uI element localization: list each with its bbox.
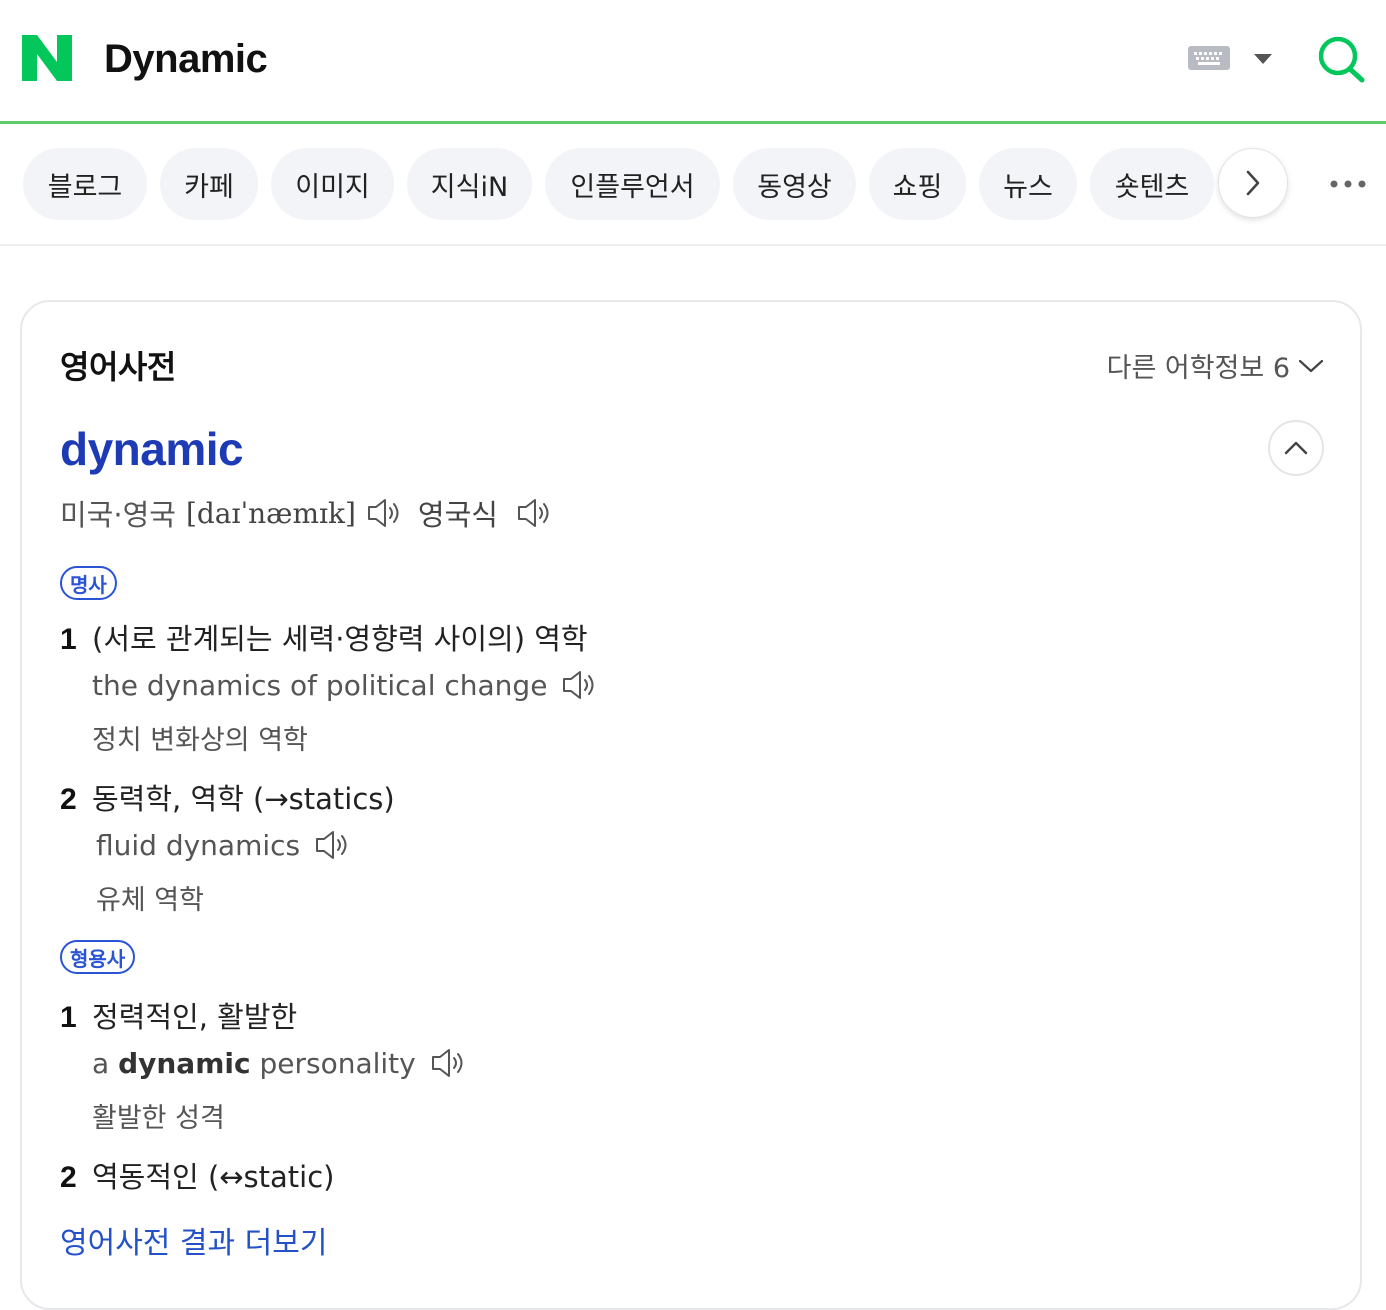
sense-meaning: 2 동력학, 역학 (→statics) (60, 776, 395, 818)
pronunciation-row: 미국·영국 [daɪˈnæmɪk] 영국식 (60, 492, 554, 534)
example-sentence: fluid dynamics (96, 828, 352, 862)
speaker-icon[interactable] (366, 496, 404, 530)
caret-down-icon[interactable] (1254, 54, 1272, 64)
headword-link[interactable]: dynamic (60, 422, 244, 476)
example-translation: 유체 역학 (96, 885, 204, 916)
example-translation: 정치 변화상의 역학 (92, 725, 308, 756)
other-info-toggle[interactable]: 다른 어학정보 6 (1107, 346, 1324, 385)
sense-number: 2 (60, 783, 77, 816)
search-icon[interactable] (1316, 34, 1368, 86)
sense-meaning: 1 정력적인, 활발한 (60, 994, 297, 1036)
other-info-label: 다른 어학정보 6 (1106, 353, 1290, 384)
speaker-icon[interactable] (516, 496, 554, 530)
speaker-icon[interactable] (561, 668, 599, 702)
sense-number: 1 (60, 623, 77, 656)
sense-text: 역동적인 (↔static) (92, 1160, 335, 1194)
tabs-next-button[interactable] (1218, 148, 1288, 218)
tab-cafe[interactable]: 카페 (160, 148, 258, 220)
search-query[interactable]: Dynamic (104, 34, 268, 84)
tab-influencer[interactable]: 인플루언서 (545, 148, 720, 220)
collapse-button[interactable] (1268, 420, 1324, 476)
english-dictionary-card: 영어사전 다른 어학정보 6 dynamic 미국·영국 [daɪˈnæmɪk]… (20, 300, 1362, 1310)
more-results-link[interactable]: 영어사전 결과 더보기 (60, 1218, 327, 1262)
pronunciation-region: 미국·영국 (60, 498, 176, 532)
chevron-down-icon (1298, 359, 1324, 372)
tab-video[interactable]: 동영상 (733, 148, 856, 220)
tab-image[interactable]: 이미지 (271, 148, 394, 220)
tab-news[interactable]: 뉴스 (979, 148, 1077, 220)
speaker-icon[interactable] (430, 1046, 468, 1080)
example-text: the dynamics of political change (92, 668, 548, 702)
card-title: 영어사전 (60, 348, 176, 386)
tab-blog[interactable]: 블로그 (23, 148, 147, 220)
example-headword: dynamic (118, 1046, 251, 1080)
tab-shortents[interactable]: 숏텐츠 (1090, 148, 1214, 220)
sense-text: (서로 관계되는 세력·영향력 사이의) 역학 (92, 622, 588, 656)
tab-kin[interactable]: 지식iN (407, 148, 532, 220)
example-sentence: a dynamic personality (92, 1046, 468, 1080)
sense-number: 1 (60, 1001, 77, 1034)
pronunciation-uk-label: 영국식 (417, 498, 498, 532)
example-sentence: the dynamics of political change (92, 668, 599, 702)
sense-text: 동력학, 역학 (→statics) (92, 782, 395, 816)
tab-shopping[interactable]: 쇼핑 (869, 148, 966, 220)
sense-number: 2 (60, 1161, 77, 1194)
search-tabs-bar: 블로그 카페 이미지 지식iN 인플루언서 동영상 쇼핑 뉴스 숏텐츠 (0, 124, 1386, 246)
pos-badge-noun: 명사 (60, 566, 117, 600)
pronunciation-ipa: [daɪˈnæmɪk] (185, 496, 356, 530)
speaker-icon[interactable] (314, 828, 352, 862)
example-prefix: a (92, 1046, 110, 1080)
keyboard-icon[interactable] (1188, 46, 1230, 70)
example-text: fluid dynamics (96, 828, 301, 862)
sense-meaning: 1 (서로 관계되는 세력·영향력 사이의) 역학 (60, 616, 588, 658)
example-translation: 활발한 성격 (92, 1103, 225, 1134)
more-icon[interactable] (1328, 174, 1368, 194)
chevron-up-icon (1284, 441, 1308, 455)
pos-badge-adjective: 형용사 (60, 940, 136, 974)
chevron-right-icon (1246, 170, 1260, 196)
sense-meaning: 2 역동적인 (↔static) (60, 1154, 335, 1196)
search-header: Dynamic (0, 0, 1386, 124)
example-suffix: personality (259, 1046, 416, 1080)
naver-logo-icon[interactable] (22, 35, 72, 81)
sense-text: 정력적인, 활발한 (92, 1000, 298, 1034)
